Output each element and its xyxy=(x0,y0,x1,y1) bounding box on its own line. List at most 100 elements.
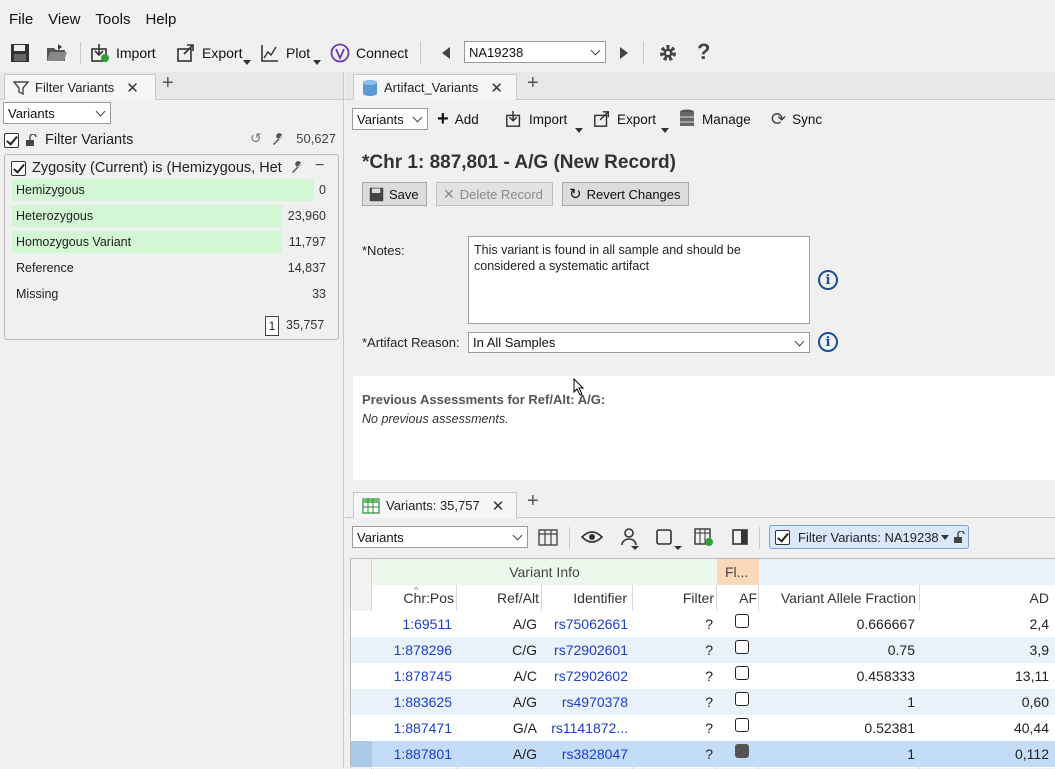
table-cell-id[interactable]: rs72902601 xyxy=(542,637,632,663)
notes-textarea[interactable]: This variant is found in all sample and … xyxy=(468,236,810,324)
filter-chip[interactable]: Filter Variants: NA19238 xyxy=(769,525,969,549)
table-cell-id[interactable]: rs72902602 xyxy=(542,663,632,689)
zygosity-row-homozygous-variant[interactable]: Homozygous Variant 11,797 xyxy=(12,231,330,253)
artifact-source-select[interactable]: Variants xyxy=(352,108,428,130)
zygosity-row-reference[interactable]: Reference 14,837 xyxy=(12,257,330,279)
table-row[interactable]: 1:69511 A/G rs75062661? 0.666667 2,4 xyxy=(351,611,1055,637)
add-column-icon[interactable] xyxy=(694,527,714,547)
artifact-reason-select[interactable]: In All Samples xyxy=(468,332,810,353)
tab-variants-table[interactable]: Variants: 35,757 ✕ xyxy=(353,492,517,518)
column-chooser-icon[interactable] xyxy=(538,527,558,547)
close-icon[interactable]: ✕ xyxy=(490,79,503,97)
table-cell-af[interactable] xyxy=(717,689,759,715)
undo-icon[interactable]: ↺ xyxy=(250,130,262,147)
filter-enabled-checkbox[interactable] xyxy=(4,132,19,148)
wrench-icon[interactable] xyxy=(291,161,305,175)
table-cell-pos[interactable]: 1:878296 xyxy=(372,637,456,663)
panel-toggle-icon[interactable] xyxy=(732,529,748,545)
sample-select[interactable]: NA19238 xyxy=(464,41,606,63)
table-cell-id[interactable]: rs4970378 xyxy=(542,689,632,715)
filter-chip-dropdown-icon[interactable] xyxy=(940,534,949,540)
table-cell-af[interactable] xyxy=(717,715,759,741)
export-dropdown-icon[interactable] xyxy=(243,60,251,65)
tab-artifact-variants[interactable]: Artifact_Variants ✕ xyxy=(353,74,517,100)
table-cell-af[interactable] xyxy=(717,637,759,663)
af-checkbox[interactable] xyxy=(735,744,749,758)
tab-filter-variants[interactable]: Filter Variants ✕ xyxy=(4,74,156,100)
table-row[interactable]: 1:883625 A/G rs4970378? 1 0,60 xyxy=(351,689,1055,715)
zygosity-row-hemizygous[interactable]: Hemizygous 0 xyxy=(12,179,330,201)
user-dropdown-icon[interactable] xyxy=(631,546,639,550)
table-source-select[interactable]: Variants xyxy=(352,526,528,548)
table-row[interactable]: 1:887801 A/G rs3828047? 1 0,112 xyxy=(351,741,1055,767)
source-export-button[interactable]: Export xyxy=(593,102,656,136)
export-button[interactable]: Export xyxy=(176,36,242,70)
export-dropdown-icon[interactable] xyxy=(661,128,669,133)
save-button[interactable]: Save xyxy=(362,182,427,206)
eye-icon[interactable] xyxy=(581,529,603,545)
collapse-icon[interactable]: − xyxy=(315,157,324,175)
column-header-filter[interactable]: Filter xyxy=(633,585,717,611)
info-icon[interactable]: i xyxy=(818,270,838,290)
plot-button[interactable]: Plot xyxy=(260,36,310,70)
square-dropdown-icon[interactable] xyxy=(674,546,682,550)
table-cell-pos[interactable]: 1:69511 xyxy=(372,611,456,637)
zygosity-row-heterozygous[interactable]: Heterozygous 23,960 xyxy=(12,205,330,227)
column-header-ad[interactable]: AD xyxy=(920,585,1053,611)
table-row[interactable]: 1:878296 C/G rs72902601? 0.75 3,9 xyxy=(351,637,1055,663)
add-tab-icon[interactable]: + xyxy=(527,490,539,513)
column-header-af[interactable]: AF xyxy=(717,585,759,611)
menu-help[interactable]: Help xyxy=(145,11,176,28)
column-header-ref-alt[interactable]: Ref/Alt xyxy=(457,585,541,611)
table-cell-pos[interactable]: 1:887801 xyxy=(372,741,456,767)
square-icon[interactable] xyxy=(656,529,672,545)
table-row[interactable]: 1:887471 G/A rs1141872...? 0.52381 40,44 xyxy=(351,715,1055,741)
close-icon[interactable]: ✕ xyxy=(492,497,505,515)
revert-changes-button[interactable]: ↻ Revert Changes xyxy=(562,182,689,206)
group-header-variant-info[interactable]: Variant Info xyxy=(372,559,717,585)
save-project-button[interactable] xyxy=(10,36,30,70)
user-icon[interactable] xyxy=(620,527,638,547)
table-cell-pos[interactable]: 1:883625 xyxy=(372,689,456,715)
table-cell-af[interactable] xyxy=(717,741,759,767)
af-checkbox[interactable] xyxy=(735,692,749,706)
menu-view[interactable]: View xyxy=(48,11,80,28)
table-row[interactable]: 1:878745 A/C rs72902602? 0.458333 13,11 xyxy=(351,663,1055,689)
info-icon[interactable]: i xyxy=(818,332,838,352)
group-header-fl[interactable]: Fl... xyxy=(717,559,759,585)
table-cell-id[interactable]: rs75062661 xyxy=(542,611,632,637)
af-checkbox[interactable] xyxy=(735,614,749,628)
table-cell-id[interactable]: rs3828047 xyxy=(542,741,632,767)
table-cell-af[interactable] xyxy=(717,611,759,637)
table-cell-af[interactable] xyxy=(717,663,759,689)
table-cell-id[interactable]: rs1141872... xyxy=(542,715,632,741)
connect-button[interactable]: Connect xyxy=(330,36,408,70)
gear-icon[interactable] xyxy=(657,42,679,64)
zygosity-row-missing[interactable]: Missing 33 xyxy=(12,283,330,305)
help-icon[interactable]: ? xyxy=(697,39,710,65)
add-tab-icon[interactable]: + xyxy=(162,72,174,95)
menu-tools[interactable]: Tools xyxy=(95,11,130,28)
column-header-identifier[interactable]: Identifier xyxy=(542,585,632,611)
filter-source-select[interactable]: Variants xyxy=(3,102,111,124)
add-tab-icon[interactable]: + xyxy=(527,72,539,95)
af-checkbox[interactable] xyxy=(735,640,749,654)
table-cell-pos[interactable]: 1:887471 xyxy=(372,715,456,741)
manage-button[interactable]: Manage xyxy=(678,102,751,136)
sync-button[interactable]: ⟳ Sync xyxy=(771,102,822,136)
af-checkbox[interactable] xyxy=(735,666,749,680)
af-checkbox[interactable] xyxy=(735,718,749,732)
delete-record-button[interactable]: ✕ Delete Record xyxy=(436,182,553,206)
unlock-icon[interactable] xyxy=(25,134,37,146)
import-button[interactable]: Import xyxy=(90,36,156,70)
column-header-vaf[interactable]: Variant Allele Fraction xyxy=(759,585,919,611)
open-project-button[interactable] xyxy=(46,36,68,70)
wrench-icon[interactable] xyxy=(272,133,286,147)
import-dropdown-icon[interactable] xyxy=(575,128,583,133)
source-import-button[interactable]: Import xyxy=(505,102,567,136)
zygosity-enabled-checkbox[interactable] xyxy=(11,160,26,176)
add-record-button[interactable]: + Add xyxy=(437,102,479,136)
prev-sample-icon[interactable] xyxy=(440,46,452,60)
close-icon[interactable]: ✕ xyxy=(126,79,139,97)
filter-chip-checkbox[interactable] xyxy=(775,529,790,545)
